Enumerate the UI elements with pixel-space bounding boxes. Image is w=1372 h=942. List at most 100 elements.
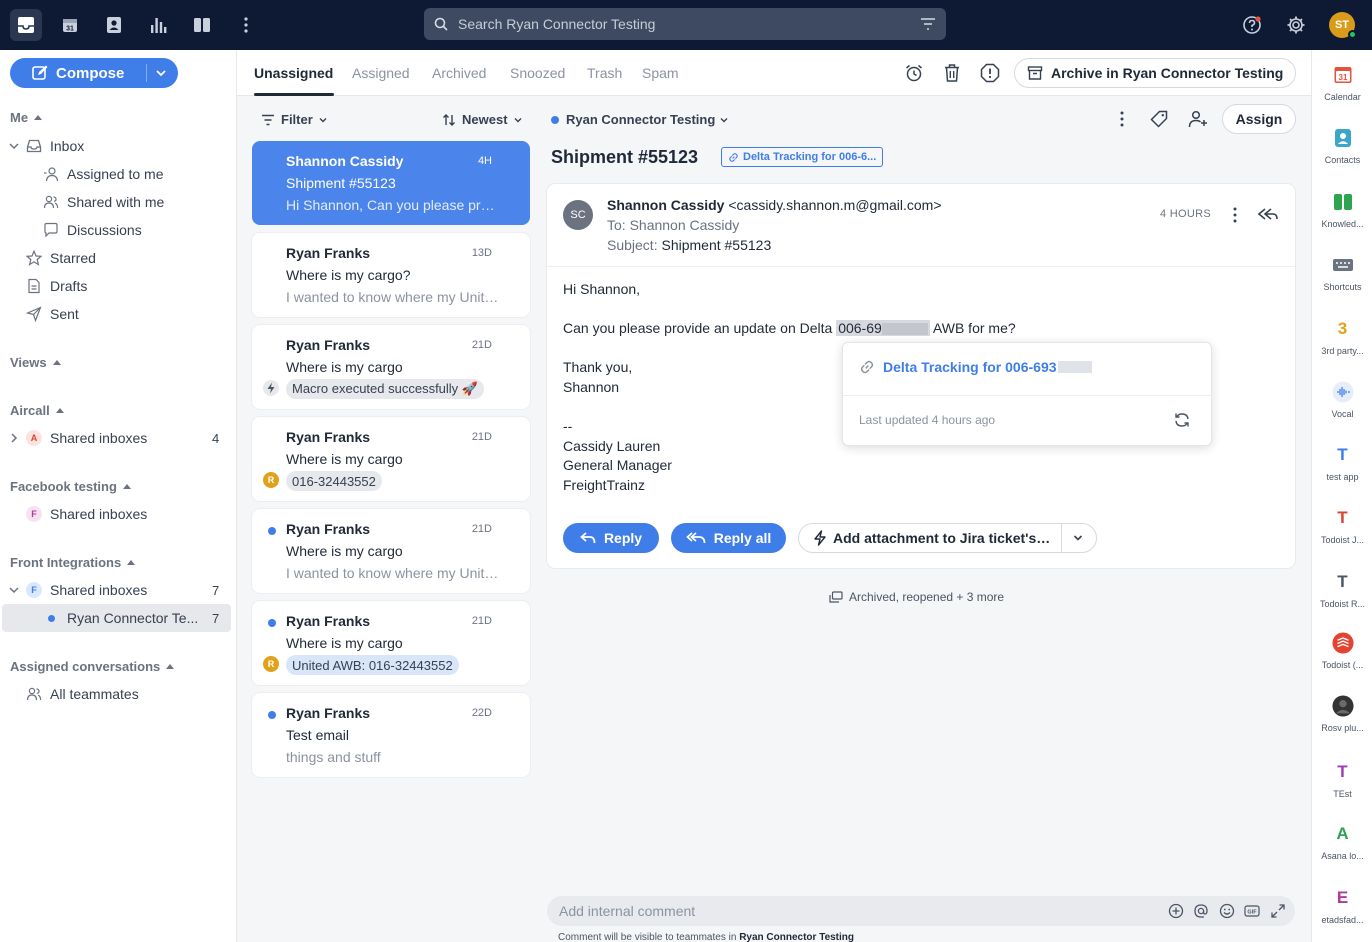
sidebar-item-starred[interactable]: Starred <box>26 244 96 272</box>
sidebar-item-inbox[interactable]: Inbox <box>8 132 84 160</box>
search-input[interactable]: Search Ryan Connector Testing <box>458 16 920 32</box>
conversation-card[interactable]: Ryan Franks 21D Where is my cargo Macro … <box>252 325 530 409</box>
sidebar-item-aircall-shared-inboxes[interactable]: A Shared inboxes 4 <box>8 424 228 452</box>
sidebar-item-shared-with-me[interactable]: Shared with me <box>43 188 164 216</box>
calendar-icon[interactable]: 31 <box>54 9 86 41</box>
analytics-icon[interactable] <box>142 9 174 41</box>
svg-text:GIF: GIF <box>1247 910 1257 916</box>
section-facebook-testing[interactable]: Facebook testing <box>10 479 131 494</box>
message-more-icon[interactable] <box>1224 204 1246 226</box>
email-subject: Subject: Shipment #55123 <box>607 237 772 253</box>
tab-unassigned[interactable]: Unassigned <box>254 65 333 81</box>
inbox-selector[interactable]: Ryan Connector Testing <box>551 112 729 127</box>
app-rosv-plugin[interactable]: Rosv plu... <box>1312 695 1372 733</box>
search-bar[interactable]: Search Ryan Connector Testing <box>424 8 946 40</box>
app-test[interactable]: T TEst <box>1312 761 1372 799</box>
conversation-card[interactable]: Ryan Franks 13D Where is my cargo? I wan… <box>252 233 530 317</box>
inbox-app-icon[interactable] <box>10 9 42 41</box>
trash-icon[interactable] <box>941 62 963 84</box>
more-apps-icon[interactable] <box>230 9 262 41</box>
conversation-card[interactable]: Ryan Franks 21D Where is my cargo R 016-… <box>252 417 530 501</box>
compose-button[interactable]: Compose <box>10 58 178 88</box>
user-avatar-badge: R <box>263 472 279 488</box>
svg-text:31: 31 <box>1338 73 1347 82</box>
app-knowledge-base[interactable]: Knowled... <box>1312 191 1372 229</box>
archive-box-icon <box>1027 65 1043 81</box>
expand-arrows-icon[interactable] <box>1270 903 1286 919</box>
reply-button[interactable]: Reply <box>563 523 659 553</box>
refresh-icon[interactable] <box>1173 411 1191 429</box>
knowledge-base-icon[interactable] <box>186 9 218 41</box>
collapse-caret-icon <box>34 115 43 120</box>
app-test-app[interactable]: T test app <box>1312 444 1372 482</box>
chevron-down-icon <box>318 115 328 125</box>
macro-action-button[interactable]: Add attachment to Jira ticket's descript… <box>798 523 1097 553</box>
tab-trash[interactable]: Trash <box>587 65 622 81</box>
conversation-card[interactable]: Ryan Franks 22D Test email things and st… <box>252 693 530 777</box>
contacts-icon[interactable] <box>98 9 130 41</box>
snooze-alarm-icon[interactable] <box>903 62 925 84</box>
macro-options-chevron-icon[interactable] <box>1072 532 1084 544</box>
app-calendar[interactable]: 31 Calendar <box>1312 64 1372 102</box>
filter-button[interactable]: Filter <box>261 112 328 127</box>
archive-button[interactable]: Archive in Ryan Connector Testing <box>1014 58 1296 88</box>
app-todoist[interactable]: Todoist (... <box>1312 632 1372 670</box>
mention-at-icon[interactable] <box>1193 903 1209 919</box>
section-views[interactable]: Views <box>10 355 61 370</box>
sidebar-item-sent[interactable]: Sent <box>26 300 79 328</box>
linked-tracking-tag[interactable]: Delta Tracking for 006-6... <box>721 147 884 167</box>
app-todoist-r[interactable]: T Todoist R... <box>1312 571 1372 609</box>
user-avatar[interactable]: ST <box>1329 12 1357 39</box>
app-contacts[interactable]: Contacts <box>1312 127 1372 165</box>
redacted-digits <box>1057 361 1092 373</box>
conversation-card[interactable]: Ryan Franks 21D Where is my cargo I want… <box>252 509 530 593</box>
sidebar-item-assigned-to-me[interactable]: Assigned to me <box>43 160 164 188</box>
awb-number-highlight[interactable]: 006-69 <box>836 320 930 336</box>
tag-icon[interactable] <box>1148 108 1170 130</box>
tracking-link[interactable]: Delta Tracking for 006-693 <box>859 359 1092 375</box>
conversation-card[interactable]: Ryan Franks 21D Where is my cargo R Unit… <box>252 601 530 685</box>
reply-all-button[interactable]: Reply all <box>671 523 786 553</box>
assigned-user-icon <box>43 166 59 182</box>
app-shortcuts[interactable]: Shortcuts <box>1312 254 1372 292</box>
sidebar-item-all-teammates[interactable]: All teammates <box>26 680 139 708</box>
help-icon[interactable] <box>1236 9 1268 41</box>
tab-snoozed[interactable]: Snoozed <box>510 65 565 81</box>
gif-icon[interactable]: GIF <box>1244 903 1260 919</box>
send-paper-plane-icon <box>26 306 42 322</box>
tab-spam[interactable]: Spam <box>642 65 679 81</box>
spam-alert-icon[interactable] <box>979 62 1001 84</box>
conversation-card[interactable]: Shannon Cassidy 4H Shipment #55123 Hi Sh… <box>252 141 530 225</box>
sidebar-item-ryan-connector-testing[interactable]: Ryan Connector Te... 7 <box>2 604 231 632</box>
app-asana[interactable]: A Asana lo... <box>1312 823 1372 861</box>
section-front-integrations[interactable]: Front Integrations <box>10 555 136 570</box>
chevron-down-icon <box>8 584 20 596</box>
sidebar-item-front-shared-inboxes[interactable]: F Shared inboxes 7 <box>8 576 228 604</box>
reply-all-arrow-icon[interactable] <box>1257 204 1279 226</box>
link-icon <box>859 359 875 375</box>
activity-summary[interactable]: Archived, reopened + 3 more <box>829 590 1004 604</box>
tab-archived[interactable]: Archived <box>432 65 486 81</box>
add-plus-icon[interactable] <box>1168 903 1184 919</box>
rosv-avatar-icon <box>1331 695 1354 717</box>
section-aircall[interactable]: Aircall <box>10 403 64 418</box>
sidebar-item-discussions[interactable]: Discussions <box>43 216 142 244</box>
assign-button[interactable]: Assign <box>1222 104 1296 134</box>
app-3rd-party[interactable]: 3 3rd party... <box>1312 318 1372 356</box>
reply-all-arrow-icon <box>685 532 706 544</box>
app-etadsfad[interactable]: E etadsfad... <box>1312 887 1372 925</box>
section-me[interactable]: Me <box>10 110 43 125</box>
compose-options-chevron-icon[interactable] <box>154 66 168 80</box>
app-vocal[interactable]: Vocal <box>1312 381 1372 419</box>
emoji-smile-icon[interactable] <box>1219 903 1235 919</box>
search-filter-icon[interactable] <box>920 18 936 30</box>
sidebar-item-facebook-shared-inboxes[interactable]: F Shared inboxes <box>26 500 147 528</box>
settings-gear-icon[interactable] <box>1280 9 1312 41</box>
app-todoist-j[interactable]: T Todoist J... <box>1312 507 1372 545</box>
tab-assigned[interactable]: Assigned <box>352 65 410 81</box>
section-assigned-conversations[interactable]: Assigned conversations <box>10 659 175 674</box>
sidebar-item-drafts[interactable]: Drafts <box>26 272 87 300</box>
more-options-icon[interactable] <box>1111 108 1133 130</box>
sort-button[interactable]: Newest <box>442 112 523 127</box>
assign-user-icon[interactable] <box>1187 108 1209 130</box>
